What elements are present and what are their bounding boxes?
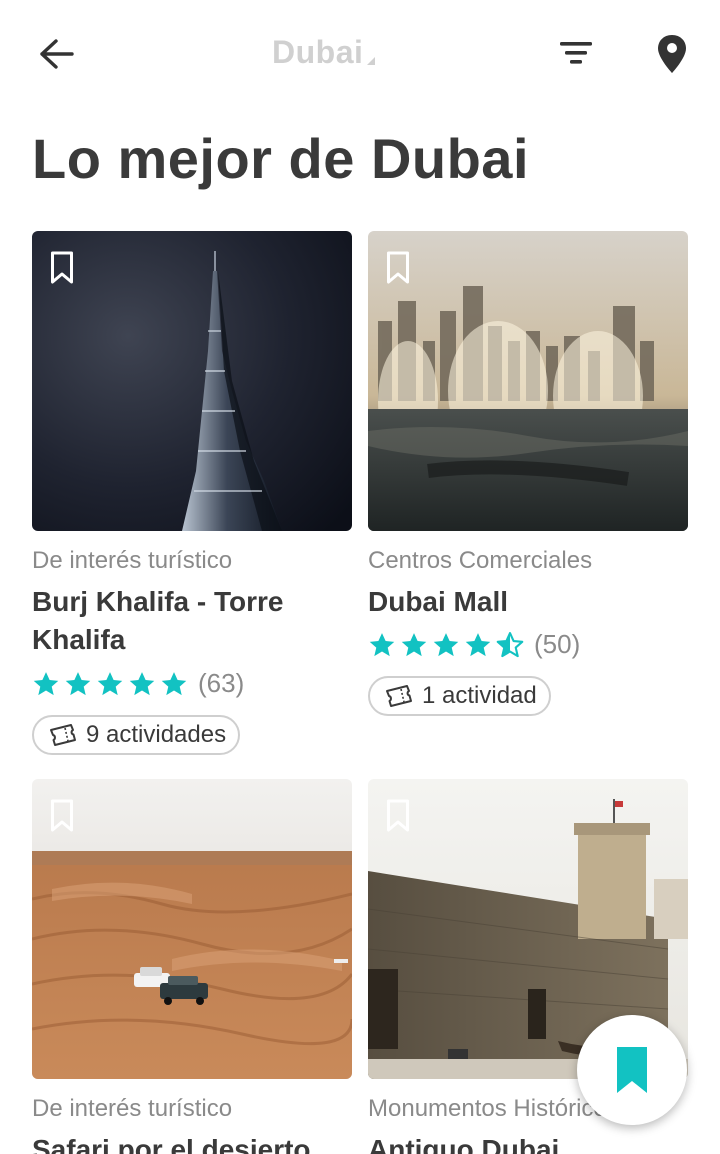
activities-chip[interactable]: 9 actividades bbox=[32, 715, 241, 755]
rating-stars bbox=[368, 631, 524, 659]
desert-safari-photo bbox=[32, 779, 352, 1079]
star-full-icon bbox=[97, 671, 123, 695]
star-full-icon bbox=[369, 632, 395, 656]
place-name: Burj Khalifa - Torre Khalifa bbox=[32, 586, 284, 655]
star-full-icon bbox=[65, 671, 91, 695]
map-button[interactable] bbox=[652, 32, 692, 76]
filter-button[interactable] bbox=[556, 36, 596, 72]
star-full-icon bbox=[433, 632, 459, 656]
back-button[interactable] bbox=[36, 34, 76, 74]
place-card-dubai-mall[interactable]: Centros Comerciales Dubai Mall (50) 1 ac… bbox=[368, 231, 688, 721]
star-full-icon bbox=[465, 632, 491, 656]
burj-khalifa-photo bbox=[32, 231, 352, 531]
rating-stars bbox=[32, 670, 188, 698]
place-category: De interés turístico bbox=[32, 1095, 233, 1122]
activities-chip[interactable]: 1 actividad bbox=[368, 676, 551, 716]
star-full-icon bbox=[129, 671, 155, 695]
saved-places-fab[interactable] bbox=[577, 1015, 687, 1125]
city-name: Dubai bbox=[272, 34, 364, 70]
star-full-icon bbox=[33, 671, 59, 695]
star-full-icon bbox=[401, 632, 427, 656]
ticket-icon bbox=[50, 724, 76, 746]
page-title: Lo mejor de Dubai bbox=[32, 127, 529, 190]
top-app-bar: Dubai bbox=[0, 0, 720, 108]
place-card-burj-khalifa[interactable]: De interés turístico Burj Khalifa - Torr… bbox=[32, 231, 352, 761]
arrow-left-icon bbox=[40, 39, 74, 69]
bookmark-outline-icon[interactable] bbox=[386, 251, 410, 285]
city-selector[interactable]: Dubai bbox=[272, 34, 376, 71]
place-category: De interés turístico bbox=[32, 547, 233, 574]
review-count: (50) bbox=[534, 629, 581, 659]
place-name: Safari por el desierto bbox=[32, 1134, 311, 1154]
rating: (50) bbox=[368, 629, 580, 660]
activities-label: 9 actividades bbox=[86, 721, 227, 748]
bookmark-outline-icon[interactable] bbox=[50, 251, 74, 285]
bookmark-outline-icon[interactable] bbox=[386, 799, 410, 833]
dubai-mall-photo bbox=[368, 231, 688, 531]
filter-icon bbox=[560, 42, 592, 64]
place-category: Centros Comerciales bbox=[368, 547, 593, 574]
bookmark-filled-icon bbox=[617, 1047, 647, 1093]
review-count: (63) bbox=[198, 668, 245, 698]
star-half-icon bbox=[496, 631, 524, 657]
rating: (63) bbox=[32, 668, 244, 699]
star-full-icon bbox=[161, 671, 187, 695]
ticket-icon bbox=[386, 685, 412, 707]
place-name: Dubai Mall bbox=[368, 586, 509, 617]
place-card-desert-safari[interactable]: De interés turístico Safari por el desie… bbox=[32, 779, 352, 1154]
activities-label: 1 actividad bbox=[422, 682, 537, 709]
place-name: Antiguo Dubai bbox=[368, 1134, 560, 1154]
caret-down-icon bbox=[367, 57, 376, 65]
map-pin-icon bbox=[658, 35, 686, 73]
bookmark-outline-icon[interactable] bbox=[50, 799, 74, 833]
